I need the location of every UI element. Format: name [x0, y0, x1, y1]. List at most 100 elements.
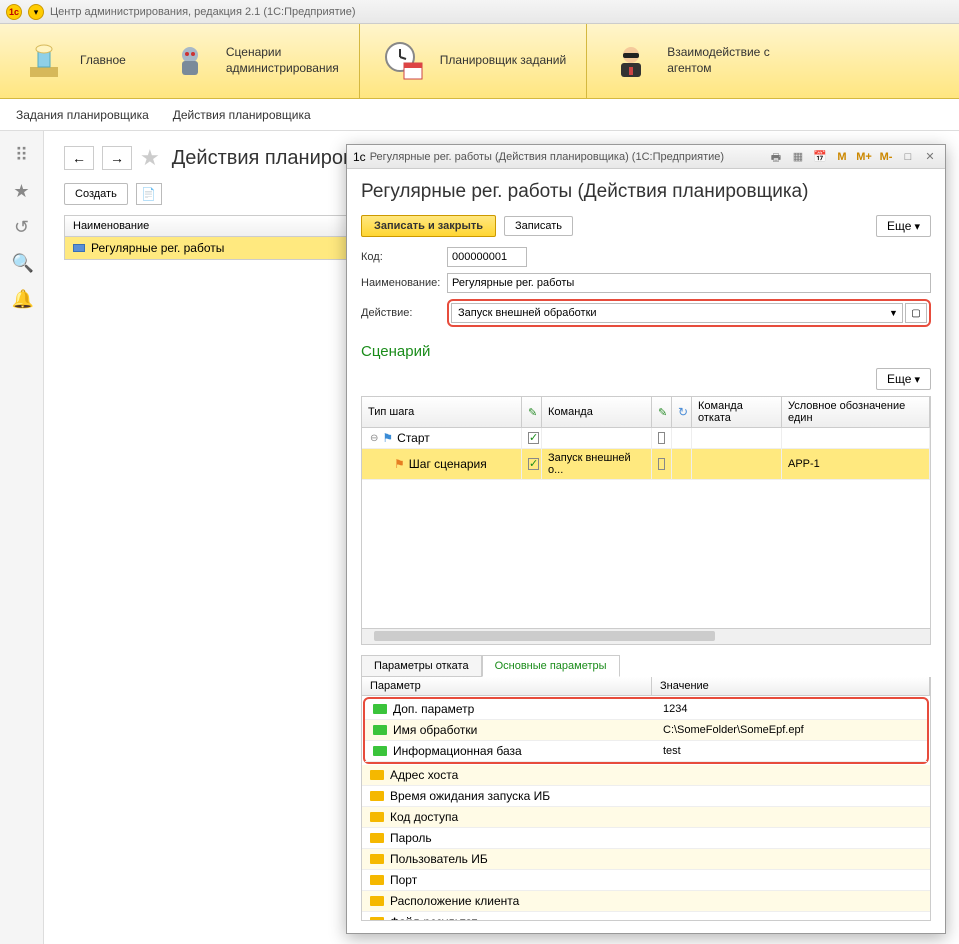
- rollback-checkbox[interactable]: [658, 458, 665, 470]
- action-dropdown-button[interactable]: ▼: [885, 303, 903, 323]
- history-icon[interactable]: ↺: [12, 217, 32, 237]
- agent-icon: [607, 37, 655, 85]
- mminus-button[interactable]: M-: [877, 149, 895, 165]
- star-icon[interactable]: ★: [140, 145, 160, 171]
- mplus-button[interactable]: M+: [855, 149, 873, 165]
- save-close-button[interactable]: Записать и закрыть: [361, 215, 496, 237]
- copy-button[interactable]: 📄: [136, 183, 162, 205]
- code-input[interactable]: [447, 247, 527, 267]
- param-row[interactable]: Имя обработкиC:\SomeFolder\SomeEpf.epf: [365, 720, 927, 741]
- param-row[interactable]: Пароль: [362, 828, 930, 849]
- folder-yellow-icon: [370, 917, 384, 921]
- calc-icon[interactable]: ▦: [789, 149, 807, 165]
- param-grid: Параметр Значение Доп. параметр1234Имя о…: [361, 677, 931, 921]
- action-open-button[interactable]: ▢: [905, 303, 927, 323]
- folder-green-icon: [373, 704, 387, 714]
- clock-calendar-icon: [380, 37, 428, 85]
- subnav-tasks[interactable]: Задания планировщика: [16, 108, 149, 122]
- step-label: Шаг сценария: [409, 457, 487, 471]
- dialog: 1c Регулярные рег. работы (Действия план…: [346, 144, 946, 934]
- left-sidebar: ⠿ ★ ↺ 🔍 🔔: [0, 131, 44, 944]
- col-refresh[interactable]: ↻: [672, 397, 692, 427]
- rollback-checkbox[interactable]: [658, 432, 665, 444]
- scenario-row[interactable]: ⊖ ⚑ Старт: [362, 428, 930, 449]
- dropdown-icon[interactable]: ▾: [28, 4, 44, 20]
- subnav: Задания планировщика Действия планировщи…: [0, 99, 959, 131]
- param-name: Информационная база: [393, 744, 522, 758]
- folder-yellow-icon: [370, 812, 384, 822]
- tab-main-params[interactable]: Основные параметры: [482, 655, 620, 677]
- param-name: Код доступа: [390, 810, 458, 824]
- save-button[interactable]: Записать: [504, 216, 573, 236]
- tab-rollback-params[interactable]: Параметры отката: [361, 655, 482, 677]
- param-row[interactable]: Время ожидания запуска ИБ: [362, 786, 930, 807]
- param-value: [652, 828, 930, 848]
- step-checkbox[interactable]: [528, 458, 539, 470]
- scenario-row[interactable]: ⚑ Шаг сценария Запуск внешней о... APP-1: [362, 449, 930, 480]
- subnav-actions[interactable]: Действия планировщика: [173, 108, 311, 122]
- pencil-icon: ✎: [658, 406, 667, 419]
- param-row[interactable]: Код доступа: [362, 807, 930, 828]
- param-row[interactable]: Порт: [362, 870, 930, 891]
- param-name: Пароль: [390, 831, 432, 845]
- param-row[interactable]: Пользователь ИБ: [362, 849, 930, 870]
- maximize-button[interactable]: □: [899, 149, 917, 165]
- m-button[interactable]: M: [833, 149, 851, 165]
- step-designation: [782, 428, 930, 448]
- dialog-titlebar: 1c Регулярные рег. работы (Действия план…: [347, 145, 945, 169]
- col-designation[interactable]: Условное обозначение един: [782, 397, 930, 427]
- action-label: Действие:: [361, 307, 443, 319]
- step-designation: APP-1: [782, 449, 930, 479]
- item-icon: [73, 244, 85, 252]
- col-value[interactable]: Значение: [652, 677, 930, 695]
- favorites-icon[interactable]: ★: [12, 181, 32, 201]
- col-step-type[interactable]: Тип шага: [362, 397, 522, 427]
- col-command[interactable]: Команда: [542, 397, 652, 427]
- search-icon[interactable]: 🔍: [12, 253, 32, 273]
- code-label: Код:: [361, 251, 443, 263]
- name-label: Наименование:: [361, 277, 443, 289]
- param-row[interactable]: Информационная базаtest: [365, 741, 927, 762]
- dialog-title: Регулярные рег. работы (Действия планиро…: [370, 151, 763, 163]
- notifications-icon[interactable]: 🔔: [12, 289, 32, 309]
- ribbon-scheduler[interactable]: Планировщик заданий: [359, 24, 587, 98]
- col-edit1[interactable]: ✎: [522, 397, 542, 427]
- step-command: Запуск внешней о...: [542, 449, 652, 479]
- params-highlight: Доп. параметр1234Имя обработкиC:\SomeFol…: [363, 697, 929, 764]
- step-checkbox[interactable]: [528, 432, 539, 444]
- action-input[interactable]: [451, 303, 885, 323]
- param-name: Файл-результат: [390, 915, 477, 921]
- scenario-more-button[interactable]: Еще ▾: [876, 368, 931, 390]
- col-rollback[interactable]: Команда отката: [692, 397, 782, 427]
- calendar-icon[interactable]: 📅: [811, 149, 829, 165]
- apps-icon[interactable]: ⠿: [12, 145, 32, 165]
- param-tabs: Параметры отката Основные параметры: [361, 655, 931, 677]
- collapse-icon[interactable]: ⊖: [370, 433, 378, 444]
- param-value: [652, 891, 930, 911]
- param-name: Время ожидания запуска ИБ: [390, 789, 550, 803]
- more-button[interactable]: Еще ▾: [876, 215, 931, 237]
- create-button[interactable]: Создать: [64, 183, 128, 205]
- grid-hscrollbar[interactable]: [361, 629, 931, 645]
- print-icon[interactable]: 🖶: [767, 149, 785, 165]
- param-value: [652, 807, 930, 827]
- ribbon-home[interactable]: Главное: [0, 24, 146, 98]
- flag-icon: ⚑: [394, 457, 405, 471]
- robot-icon: [166, 37, 214, 85]
- back-button[interactable]: ←: [64, 146, 94, 170]
- folder-yellow-icon: [370, 833, 384, 843]
- param-row[interactable]: Расположение клиента: [362, 891, 930, 912]
- col-parameter[interactable]: Параметр: [362, 677, 652, 695]
- param-value: [652, 912, 930, 921]
- param-row[interactable]: Файл-результат: [362, 912, 930, 921]
- forward-button[interactable]: →: [102, 146, 132, 170]
- ribbon-scenarios[interactable]: Сценарии администрирования: [146, 24, 359, 98]
- close-button[interactable]: ✕: [921, 149, 939, 165]
- param-row[interactable]: Доп. параметр1234: [365, 699, 927, 720]
- ribbon-agent[interactable]: Взаимодействие с агентом: [587, 24, 790, 98]
- param-name: Пользователь ИБ: [390, 852, 488, 866]
- name-input[interactable]: [447, 273, 931, 293]
- param-row[interactable]: Адрес хоста: [362, 765, 930, 786]
- col-edit2[interactable]: ✎: [652, 397, 672, 427]
- folder-yellow-icon: [370, 770, 384, 780]
